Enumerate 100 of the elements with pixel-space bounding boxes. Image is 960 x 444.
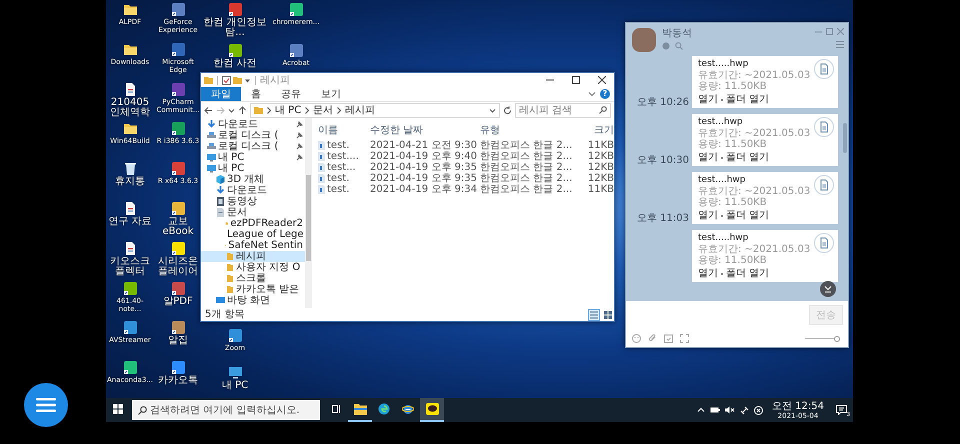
breadcrumb-link[interactable]: 레시피 [345, 104, 376, 116]
nav-item[interactable]: 바탕 화면 [201, 295, 305, 306]
desktop-shortcut[interactable]: 교보eBook [154, 198, 202, 239]
nav-item[interactable]: League of Lege [201, 229, 305, 240]
document-icon [318, 141, 325, 150]
desktop-shortcut[interactable]: 한컴 사전 [202, 41, 268, 70]
desktop-shortcut[interactable]: 알집 [154, 318, 202, 358]
desktop-shortcut[interactable]: 카카오톡 [154, 358, 202, 398]
file-row[interactable]: test.... 2021-04-19 오후 9:40 한컴오피스 한글 2... 12KB [318, 151, 614, 162]
desktop-shortcut[interactable]: 연구 자료 [106, 198, 154, 239]
menu-button[interactable] [24, 383, 68, 427]
nav-label: 레시피 [236, 251, 267, 262]
action-link[interactable]: 폴더 열기 [726, 94, 770, 105]
details-view-button[interactable] [588, 308, 600, 320]
nav-item[interactable]: 내 PC [201, 163, 305, 174]
tiles-view-button[interactable] [602, 308, 614, 320]
column-header[interactable]: 유형 [480, 124, 582, 136]
back-arrow-icon[interactable] [204, 106, 213, 114]
table-cell-text: 2021-04-21 오전 9:30 [370, 140, 478, 151]
app-icon [170, 121, 186, 136]
breadcrumb-link[interactable]: 내 PC [275, 104, 302, 116]
action-link[interactable]: 폴더 열기 [726, 152, 770, 163]
nav-label: 카카오톡 받은 [236, 284, 300, 295]
nav-item[interactable]: 사용자 지정 O [201, 262, 305, 273]
maximize-icon [572, 76, 580, 84]
file-row[interactable]: test. 2021-04-19 오후 9:35 한컴오피스 한글 2... 12KB [318, 173, 614, 184]
slider-thumb[interactable] [834, 336, 840, 342]
ribbon-tab[interactable]: 파일 [201, 87, 241, 101]
table-cell-text: 한컴오피스 한글 2... [480, 173, 574, 184]
action-link[interactable]: 열기 [698, 152, 718, 163]
checkbox-icon[interactable] [222, 76, 231, 84]
slider[interactable] [805, 336, 839, 342]
desktop-shortcut[interactable]: 시리즈온 플레이어 [154, 238, 202, 279]
action-link[interactable]: 열기 [698, 268, 718, 279]
file-size: 용량: 11.50KB [698, 197, 768, 208]
file-row[interactable]: test. 2021-04-19 오후 9:34 한컴오피스 한글 2... 11KB [318, 184, 614, 195]
table-cell-text: 12KB [586, 151, 614, 162]
scrollbar[interactable] [305, 118, 312, 308]
chevron-right-icon [304, 106, 310, 114]
up-arrow-icon[interactable] [238, 106, 247, 114]
column-header[interactable]: 크기 [582, 124, 614, 136]
scroll-down-button[interactable] [820, 281, 836, 297]
ribbon-tab[interactable]: 보기 [311, 87, 351, 101]
desktop-shortcut[interactable]: 한컴 개인정보탐... [202, 0, 268, 39]
nav-item[interactable]: 다운로드 [201, 119, 305, 130]
search-field[interactable]: 레시피 검색 [515, 102, 611, 118]
action-link[interactable]: 열기 [698, 210, 718, 221]
avatar-placeholder [632, 28, 656, 52]
help-button[interactable]: ? [600, 89, 610, 99]
column-header[interactable]: 이름 [318, 124, 370, 136]
table-cell-text: 한컴오피스 한글 2... [480, 140, 574, 151]
desktop-shortcut[interactable]: 210405 인체역학 [106, 80, 154, 120]
nav-item[interactable]: 동영상 [201, 196, 305, 207]
breadcrumb-link[interactable]: 문서 [313, 104, 334, 116]
nav-item[interactable]: 로컬 디스크 ( [201, 130, 305, 141]
nav-item[interactable]: 내 PC [201, 152, 305, 163]
taskbar-app-button[interactable] [420, 398, 444, 422]
action-link[interactable]: 폴더 열기 [726, 210, 770, 221]
desktop-shortcut[interactable]: 키오스크 플렉터 [106, 238, 154, 279]
battery-icon[interactable] [710, 406, 720, 414]
paperclip-icon[interactable] [648, 334, 657, 343]
nav-item[interactable]: 카카오톡 받은 [201, 284, 305, 295]
desktop-shortcut[interactable]: 알PDF [154, 278, 202, 318]
nav-item[interactable]: SafeNet Sentin [201, 240, 305, 251]
nav-item[interactable]: 3D 개체 [201, 174, 305, 185]
desktop-shortcut[interactable]: 내 PC [202, 363, 268, 392]
speaker-muted-icon[interactable] [725, 406, 735, 414]
nav-item[interactable]: ezPDFReader2 [201, 218, 305, 229]
nav-item[interactable]: 로컬 디스크 ( [201, 141, 305, 152]
table-cell-text: 11KB [586, 184, 614, 195]
column-header[interactable]: 수정한 날짜 [370, 124, 480, 136]
file-name: test.... [327, 151, 359, 162]
chevron-up-icon[interactable] [697, 406, 705, 414]
nav-label: League of Lege [227, 229, 304, 240]
file-row[interactable]: test. 2021-04-21 오전 9:30 한컴오피스 한글 2... 11KB [318, 140, 614, 151]
app-icon [170, 161, 186, 176]
desktop-shortcut[interactable]: 휴지통 [106, 159, 154, 199]
scrollbar-thumb[interactable] [306, 175, 311, 260]
ribbon-tab[interactable]: 공유 [271, 87, 311, 101]
link-icon[interactable] [740, 406, 749, 414]
scrollbar-thumb[interactable] [843, 123, 847, 153]
cancel-icon[interactable] [754, 406, 763, 414]
address-bar[interactable]: 내 PC 문서 레시피 [250, 102, 500, 118]
app-icon [122, 360, 138, 376]
document-icon [318, 152, 325, 161]
action-link[interactable]: 폴더 열기 [726, 268, 770, 279]
nav-item[interactable]: 스크롤 [201, 273, 305, 284]
nav-item[interactable]: 다운로드 [201, 185, 305, 196]
file-row[interactable]: test... 2021-04-19 오후 9:35 한컴오피스 한글 2... 12KB [318, 162, 614, 173]
nav-item[interactable]: 레시피 [201, 251, 305, 262]
browser-icon [378, 403, 390, 415]
expiry-date: 유효기간: ~2021.05.03 [698, 128, 812, 139]
action-link[interactable]: 열기 [698, 94, 718, 105]
nav-item[interactable]: 문서 [201, 207, 305, 218]
search-field[interactable]: 검색하려면 여기에 입력하십시오. [132, 400, 320, 420]
refresh-icon[interactable] [503, 106, 512, 114]
app-icon [228, 328, 242, 343]
nav-label: 로컬 디스크 ( [218, 130, 280, 141]
document-icon [216, 208, 225, 217]
ribbon-tab[interactable]: 홈 [241, 87, 271, 101]
